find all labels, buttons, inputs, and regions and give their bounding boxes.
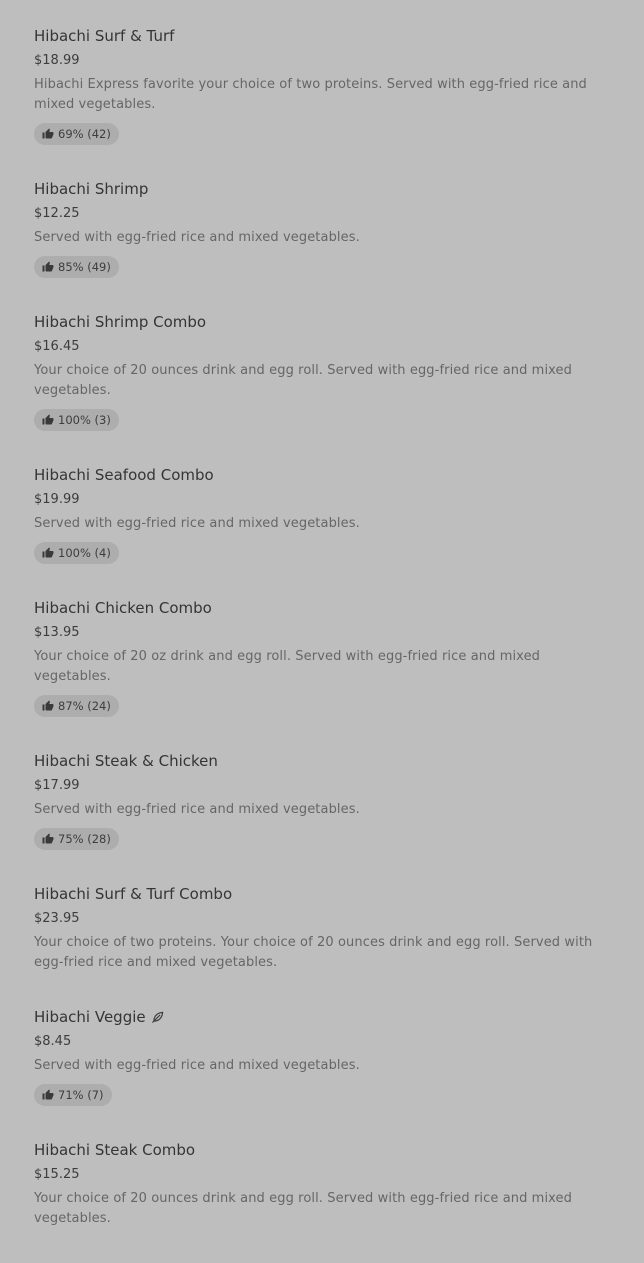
item-price: $12.25 [34, 206, 80, 221]
item-name: Hibachi Surf & Turf [34, 27, 175, 45]
item-description: Served with egg-fried rice and mixed veg… [34, 516, 360, 531]
thumbs-up-icon [42, 833, 54, 844]
item-description: Your choice of 20 ounces drink and egg r… [34, 1191, 573, 1226]
rating-text: 71% (7) [58, 1088, 104, 1102]
thumbs-up-icon [42, 700, 54, 711]
rating-badge: 69% (42) [34, 123, 119, 145]
item-price: $18.99 [34, 53, 80, 68]
thumbs-up-icon [42, 547, 54, 558]
menu-item[interactable]: Hibachi Shrimp $12.25 Served with egg-fr… [34, 179, 614, 278]
item-name: Hibachi Surf & Turf Combo [34, 885, 233, 903]
item-description: Your choice of 20 ounces drink and egg r… [34, 363, 573, 398]
rating-badge: 85% (49) [34, 256, 119, 278]
menu-list: Hibachi Surf & Turf $18.99 Hibachi Expre… [34, 26, 614, 1263]
rating-badge: 71% (7) [34, 1084, 112, 1106]
thumbs-up-icon [42, 261, 54, 272]
rating-text: 85% (49) [58, 260, 111, 274]
item-description: Served with egg-fried rice and mixed veg… [34, 802, 360, 817]
item-price: $17.99 [34, 778, 80, 793]
item-name: Hibachi Chicken Combo [34, 599, 212, 617]
item-description: Your choice of 20 oz drink and egg roll.… [34, 649, 541, 684]
item-name: Hibachi Shrimp [34, 180, 149, 198]
thumbs-up-icon [42, 414, 54, 425]
item-price: $23.95 [34, 911, 80, 926]
menu-item[interactable]: Hibachi Seafood Combo $19.99 Served with… [34, 465, 614, 564]
menu-item[interactable]: Hibachi Chicken Combo $13.95 Your choice… [34, 598, 614, 717]
menu-item[interactable]: Hibachi Veggie $8.45 Served with egg-fri… [34, 1007, 614, 1106]
item-price: $8.45 [34, 1034, 72, 1049]
rating-badge: 87% (24) [34, 695, 119, 717]
rating-text: 87% (24) [58, 699, 111, 713]
item-description: Served with egg-fried rice and mixed veg… [34, 230, 360, 245]
item-name-text: Hibachi Veggie [34, 1008, 146, 1026]
rating-badge: 100% (3) [34, 409, 119, 431]
rating-text: 69% (42) [58, 127, 111, 141]
item-name: Hibachi Veggie [34, 1007, 614, 1027]
item-price: $15.25 [34, 1167, 80, 1182]
item-name: Hibachi Steak & Chicken [34, 752, 218, 770]
rating-badge: 100% (4) [34, 542, 119, 564]
item-name: Hibachi Seafood Combo [34, 466, 214, 484]
item-name: Hibachi Steak Combo [34, 1141, 196, 1159]
item-name: Hibachi Shrimp Combo [34, 313, 207, 331]
rating-text: 100% (3) [58, 413, 111, 427]
rating-text: 75% (28) [58, 832, 111, 846]
item-description: Served with egg-fried rice and mixed veg… [34, 1058, 360, 1073]
menu-item[interactable]: Hibachi Surf & Turf Combo $23.95 Your ch… [34, 884, 614, 973]
menu-item[interactable]: Hibachi Steak & Chicken $17.99 Served wi… [34, 751, 614, 850]
item-price: $19.99 [34, 492, 80, 507]
rating-badge: 75% (28) [34, 828, 119, 850]
menu-item[interactable]: Hibachi Shrimp Combo $16.45 Your choice … [34, 312, 614, 431]
menu-item[interactable]: Hibachi Steak Combo $15.25 Your choice o… [34, 1140, 614, 1229]
rating-text: 100% (4) [58, 546, 111, 560]
menu-item[interactable]: Hibachi Surf & Turf $18.99 Hibachi Expre… [34, 26, 614, 145]
thumbs-up-icon [42, 128, 54, 139]
thumbs-up-icon [42, 1089, 54, 1100]
item-description: Hibachi Express favorite your choice of … [34, 77, 587, 112]
item-price: $13.95 [34, 625, 80, 640]
item-description: Your choice of two proteins. Your choice… [34, 935, 593, 970]
leaf-icon [151, 1011, 163, 1023]
item-price: $16.45 [34, 339, 80, 354]
